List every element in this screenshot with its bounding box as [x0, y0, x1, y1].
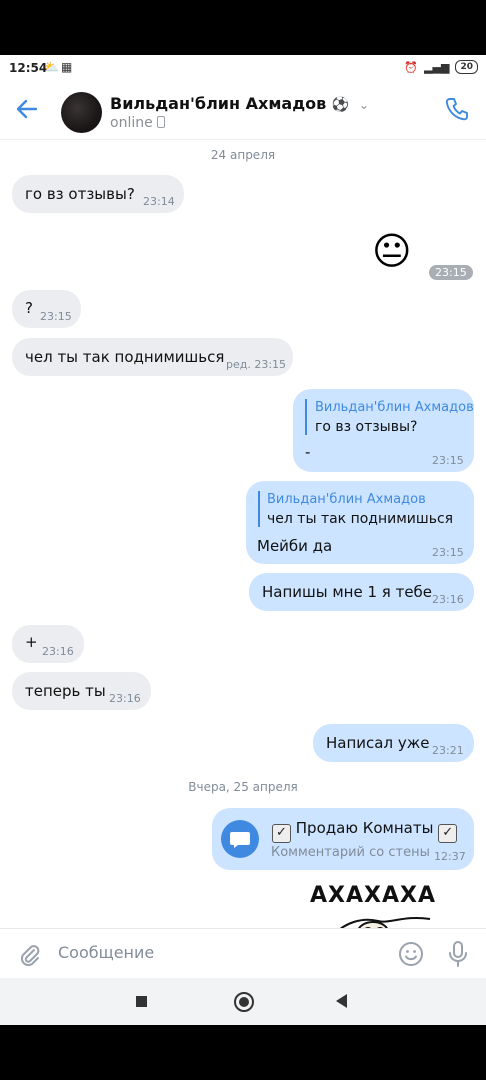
message-text: +	[25, 633, 38, 651]
wall-post-subtitle: Комментарий со стены	[271, 845, 430, 860]
message-list[interactable]: 24 апреля го вз отзывы? 23:14 😐 23:15 ? …	[0, 140, 486, 928]
message-time: 23:15	[429, 265, 473, 280]
message-outgoing[interactable]: Написал уже 23:21	[313, 724, 474, 762]
message-text: Напишы мне 1 я тебе	[262, 583, 433, 601]
message-time: 23:14	[143, 195, 175, 208]
contact-status: online	[110, 115, 165, 131]
wall-post-icon	[221, 820, 259, 858]
back-button[interactable]	[336, 994, 347, 1008]
message-text: ?	[25, 299, 33, 317]
system-nav-bar	[0, 978, 486, 1025]
message-text: Мейби да	[257, 537, 333, 555]
message-time: 12:37	[434, 850, 466, 863]
chat-header: Вильдан'блин Ахмадов ⚽ ⌄ online	[0, 82, 486, 140]
paperclip-icon[interactable]	[16, 941, 42, 967]
message-time: 23:15	[40, 310, 72, 323]
wall-post-title-text: Продаю Комнаты	[295, 819, 434, 837]
message-time: 23:15	[432, 454, 464, 467]
reply-quote: го вз отзывы?	[315, 419, 418, 435]
status-time: 12:54	[9, 61, 48, 75]
message-time: 23:21	[432, 744, 464, 757]
date-separator: 24 апреля	[210, 148, 276, 162]
microphone-icon[interactable]	[446, 940, 470, 968]
message-text: го вз отзывы?	[25, 185, 135, 203]
notification-icons: ⛅▦	[44, 60, 75, 74]
composer: Сообщение	[0, 928, 486, 979]
avatar[interactable]	[61, 92, 102, 133]
message-text: теперь ты	[25, 682, 106, 700]
mobile-icon	[156, 116, 165, 128]
reply-quote: чел ты так поднимишься	[267, 511, 454, 527]
message-time: ред. 23:15	[226, 358, 287, 371]
status-right: ⏰ ▂▄▆ 20	[404, 60, 478, 74]
reply-author: Вильдан'блин Ахмадов	[267, 492, 426, 507]
reply-bar	[258, 491, 260, 527]
sticker-drawing	[340, 917, 431, 928]
message-time: 23:16	[109, 692, 141, 705]
sticker-laughing[interactable]: АХАХАХА	[308, 883, 458, 928]
message-time: 23:16	[42, 645, 74, 658]
message-outgoing[interactable]: Напишы мне 1 я тебе 23:16	[249, 573, 474, 611]
emoji-icon[interactable]	[398, 941, 424, 967]
reply-bar	[305, 399, 307, 435]
message-incoming[interactable]: ? 23:15	[12, 290, 81, 328]
contact-name[interactable]: Вильдан'блин Ахмадов ⚽ ⌄	[110, 94, 369, 113]
date-separator: Вчера, 25 апреля	[188, 780, 298, 794]
wall-post-title: ✓ Продаю Комнаты ✓	[272, 819, 458, 843]
alarm-icon: ⏰	[404, 60, 419, 74]
home-button[interactable]	[234, 992, 254, 1012]
chevron-down-icon: ⌄	[358, 98, 369, 112]
contact-status-text: online	[110, 115, 153, 131]
message-incoming[interactable]: + 23:16	[12, 625, 84, 663]
check-box-icon: ✓	[438, 824, 458, 843]
message-text: чел ты так поднимишься	[25, 348, 225, 366]
message-incoming[interactable]: теперь ты 23:16	[12, 672, 151, 710]
message-outgoing-reply[interactable]: Вильдан'блин Ахмадов чел ты так поднимиш…	[246, 481, 474, 564]
status-bar: 12:54 ⛅▦ ⏰ ▂▄▆ 20	[0, 55, 486, 82]
recents-button[interactable]	[136, 996, 147, 1007]
battery-icon: 20	[455, 60, 478, 74]
message-time: 23:15	[432, 546, 464, 559]
message-text: Написал уже	[326, 734, 430, 752]
message-outgoing-reply[interactable]: Вильдан'блин Ахмадов го вз отзывы? - 23:…	[293, 389, 474, 472]
reply-author: Вильдан'блин Ахмадов	[315, 400, 474, 415]
message-wall-post[interactable]: ✓ Продаю Комнаты ✓ Комментарий со стены …	[212, 808, 474, 870]
message-incoming[interactable]: го вз отзывы? 23:14	[12, 175, 184, 213]
signal-icon: ▂▄▆	[424, 60, 450, 74]
message-text: -	[305, 443, 311, 461]
phone-icon[interactable]	[444, 96, 472, 124]
screen: 12:54 ⛅▦ ⏰ ▂▄▆ 20 Вильдан'блин Ахмадов ⚽…	[0, 55, 486, 1025]
message-time: 23:16	[432, 593, 464, 606]
contact-emoji: ⚽	[331, 97, 350, 113]
check-box-icon: ✓	[272, 824, 291, 843]
back-arrow-icon[interactable]	[14, 96, 44, 126]
message-incoming[interactable]: чел ты так поднимишься ред. 23:15	[12, 338, 293, 376]
sticker-neutral-face[interactable]: 😐	[372, 228, 412, 274]
message-input[interactable]: Сообщение	[58, 943, 154, 962]
contact-name-text: Вильдан'блин Ахмадов	[110, 94, 327, 113]
